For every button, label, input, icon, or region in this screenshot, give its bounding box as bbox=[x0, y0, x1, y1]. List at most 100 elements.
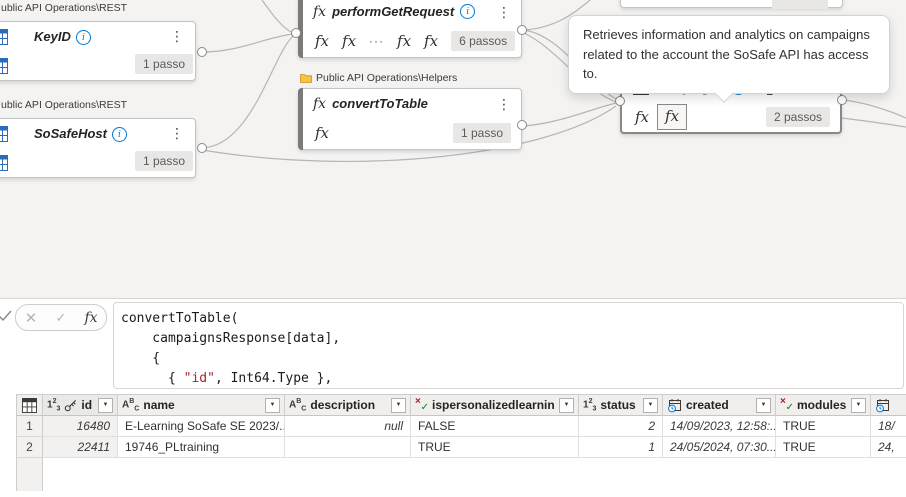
formula-editor[interactable]: convertToTable( campaignsResponse[data],… bbox=[113, 302, 904, 389]
number-type-icon: 123 bbox=[47, 398, 60, 412]
more-options-icon[interactable]: ⋮ bbox=[168, 29, 186, 43]
cell-created[interactable]: 14/09/2023, 12:58:... bbox=[663, 416, 776, 437]
row-number-empty bbox=[16, 458, 43, 491]
node-title: SoSafeHost bbox=[34, 126, 107, 141]
cell-partial[interactable]: 18/ bbox=[871, 416, 906, 437]
power-query-editor: ublic API Operations\REST ublic API Oper… bbox=[0, 0, 906, 497]
node-keyid[interactable]: KeyID i ⋮ 1 passo bbox=[0, 21, 196, 81]
tooltip-text: Retrieves information and analytics on c… bbox=[583, 27, 870, 81]
cell-id[interactable]: 16480 bbox=[43, 416, 118, 437]
cell-description[interactable]: null bbox=[285, 416, 411, 437]
steps-badge: 6 passos bbox=[451, 31, 515, 51]
cell-id[interactable]: 22411 bbox=[43, 437, 118, 458]
column-header-partial[interactable] bbox=[871, 394, 906, 416]
connector-port[interactable] bbox=[197, 143, 207, 153]
info-icon[interactable]: i bbox=[76, 30, 91, 45]
confirm-icon[interactable]: ✓ bbox=[46, 310, 76, 326]
filter-button[interactable]: ▼ bbox=[756, 398, 771, 413]
cell-ispersonalizedlearning[interactable]: TRUE bbox=[411, 437, 579, 458]
cell-status[interactable]: 1 bbox=[579, 437, 663, 458]
tooltip: Retrieves information and analytics on c… bbox=[568, 15, 890, 94]
cell-name[interactable]: E-Learning SoSafe SE 2023/... bbox=[118, 416, 285, 437]
node-sosafehost[interactable]: SoSafeHost i ⋮ 1 passo bbox=[0, 118, 196, 178]
row-number[interactable]: 2 bbox=[16, 437, 43, 458]
datetime-type-icon bbox=[875, 398, 890, 413]
column-header-id[interactable]: 123 id ▼ bbox=[43, 394, 118, 416]
connector-port[interactable] bbox=[291, 28, 301, 38]
node-partial-top[interactable]: fx bbox=[620, 0, 843, 8]
node-title: performGetRequest bbox=[332, 4, 454, 19]
filter-button[interactable]: ▼ bbox=[559, 398, 574, 413]
filter-button[interactable]: ▼ bbox=[265, 398, 280, 413]
cell-created[interactable]: 24/05/2024, 07:30... bbox=[663, 437, 776, 458]
column-header-created[interactable]: created ▼ bbox=[663, 394, 776, 416]
cell-modulesplit[interactable]: TRUE bbox=[776, 416, 871, 437]
table-header-row: 123 id ▼ ABC name ▼ ABC description ▼ ×✓… bbox=[16, 394, 906, 416]
column-label: created bbox=[686, 398, 752, 412]
info-icon[interactable]: i bbox=[460, 4, 475, 19]
column-label: name bbox=[143, 398, 261, 412]
row-number[interactable]: 1 bbox=[16, 416, 43, 437]
column-label: description bbox=[310, 398, 387, 412]
info-icon[interactable]: i bbox=[112, 127, 127, 142]
data-preview-table: 123 id ▼ ABC name ▼ ABC description ▼ ×✓… bbox=[16, 394, 906, 491]
column-label: id bbox=[81, 398, 94, 412]
more-options-icon[interactable]: ⋮ bbox=[495, 5, 513, 19]
filter-button[interactable]: ▼ bbox=[98, 398, 113, 413]
connector-port[interactable] bbox=[837, 95, 847, 105]
column-label: modulesplit bbox=[797, 398, 847, 412]
steps-badge: 1 passo bbox=[135, 54, 193, 74]
column-header-status[interactable]: 123 status ▼ bbox=[579, 394, 663, 416]
cell-name[interactable]: 19746_PLtraining bbox=[118, 437, 285, 458]
cell-ispersonalizedlearning[interactable]: FALSE bbox=[411, 416, 579, 437]
code-line: { bbox=[121, 349, 903, 369]
cell-partial[interactable]: 24, bbox=[871, 437, 906, 458]
code-line: convertToTable( bbox=[121, 309, 903, 329]
filter-button[interactable]: ▼ bbox=[391, 398, 406, 413]
formula-buttons: ✕ ✓ fx bbox=[15, 304, 107, 331]
column-header-name[interactable]: ABC name ▼ bbox=[118, 394, 285, 416]
cell-modulesplit[interactable]: TRUE bbox=[776, 437, 871, 458]
formula-bar: ✕ ✓ fx convertToTable( campaignsResponse… bbox=[0, 298, 906, 394]
cell-description[interactable] bbox=[285, 437, 411, 458]
table-corner-button[interactable] bbox=[16, 394, 43, 416]
filter-button[interactable]: ▼ bbox=[643, 398, 658, 413]
selected-step-fx-icon[interactable]: fx bbox=[657, 104, 687, 130]
connector-port[interactable] bbox=[517, 120, 527, 130]
key-icon bbox=[64, 399, 77, 412]
steps-badge bbox=[772, 0, 828, 9]
step-fx-icon[interactable]: fx bbox=[315, 126, 329, 141]
group-label-text: Public API Operations\Helpers bbox=[316, 72, 457, 84]
steps-badge: 2 passos bbox=[766, 107, 830, 127]
filter-button[interactable]: ▼ bbox=[851, 398, 866, 413]
node-performgetrequest[interactable]: fx performGetRequest i ⋮ fx fx ··· fx fx… bbox=[298, 0, 522, 58]
connector-port[interactable] bbox=[197, 47, 207, 57]
diagram-view: ublic API Operations\REST ublic API Oper… bbox=[0, 0, 906, 298]
steps-ellipsis: ··· bbox=[369, 34, 384, 48]
step-fx-icon[interactable]: fx bbox=[342, 34, 356, 49]
more-options-icon[interactable]: ⋮ bbox=[168, 126, 186, 140]
formula-expand-chevron-icon[interactable] bbox=[0, 309, 12, 327]
step-fx-icon[interactable]: fx bbox=[635, 110, 649, 125]
cell-status[interactable]: 2 bbox=[579, 416, 663, 437]
boolean-type-icon: ×✓ bbox=[415, 398, 428, 412]
step-fx-icon[interactable]: fx bbox=[315, 34, 329, 49]
text-type-icon: ABC bbox=[289, 398, 306, 412]
table-icon bbox=[0, 126, 8, 142]
column-header-ispersonalizedlearning[interactable]: ×✓ ispersonalizedlearning ▼ bbox=[411, 394, 579, 416]
cancel-icon[interactable]: ✕ bbox=[16, 309, 46, 327]
group-label-rest-top: ublic API Operations\REST bbox=[1, 2, 127, 14]
more-options-icon[interactable]: ⋮ bbox=[495, 97, 513, 111]
node-converttotable[interactable]: fx convertToTable ⋮ fx 1 passo bbox=[298, 88, 522, 150]
group-color-bar bbox=[298, 88, 303, 150]
connector-port[interactable] bbox=[517, 25, 527, 35]
group-label-helpers: Public API Operations\Helpers bbox=[300, 72, 457, 84]
column-header-description[interactable]: ABC description ▼ bbox=[285, 394, 411, 416]
column-header-modulesplit[interactable]: ×✓ modulesplit ▼ bbox=[776, 394, 871, 416]
fx-button[interactable]: fx bbox=[76, 310, 106, 326]
step-fx-icon[interactable]: fx bbox=[397, 34, 411, 49]
step-fx-icon[interactable]: fx bbox=[424, 34, 438, 49]
column-label: ispersonalizedlearning bbox=[432, 398, 555, 412]
connector-port[interactable] bbox=[615, 96, 625, 106]
column-label: status bbox=[600, 398, 639, 412]
